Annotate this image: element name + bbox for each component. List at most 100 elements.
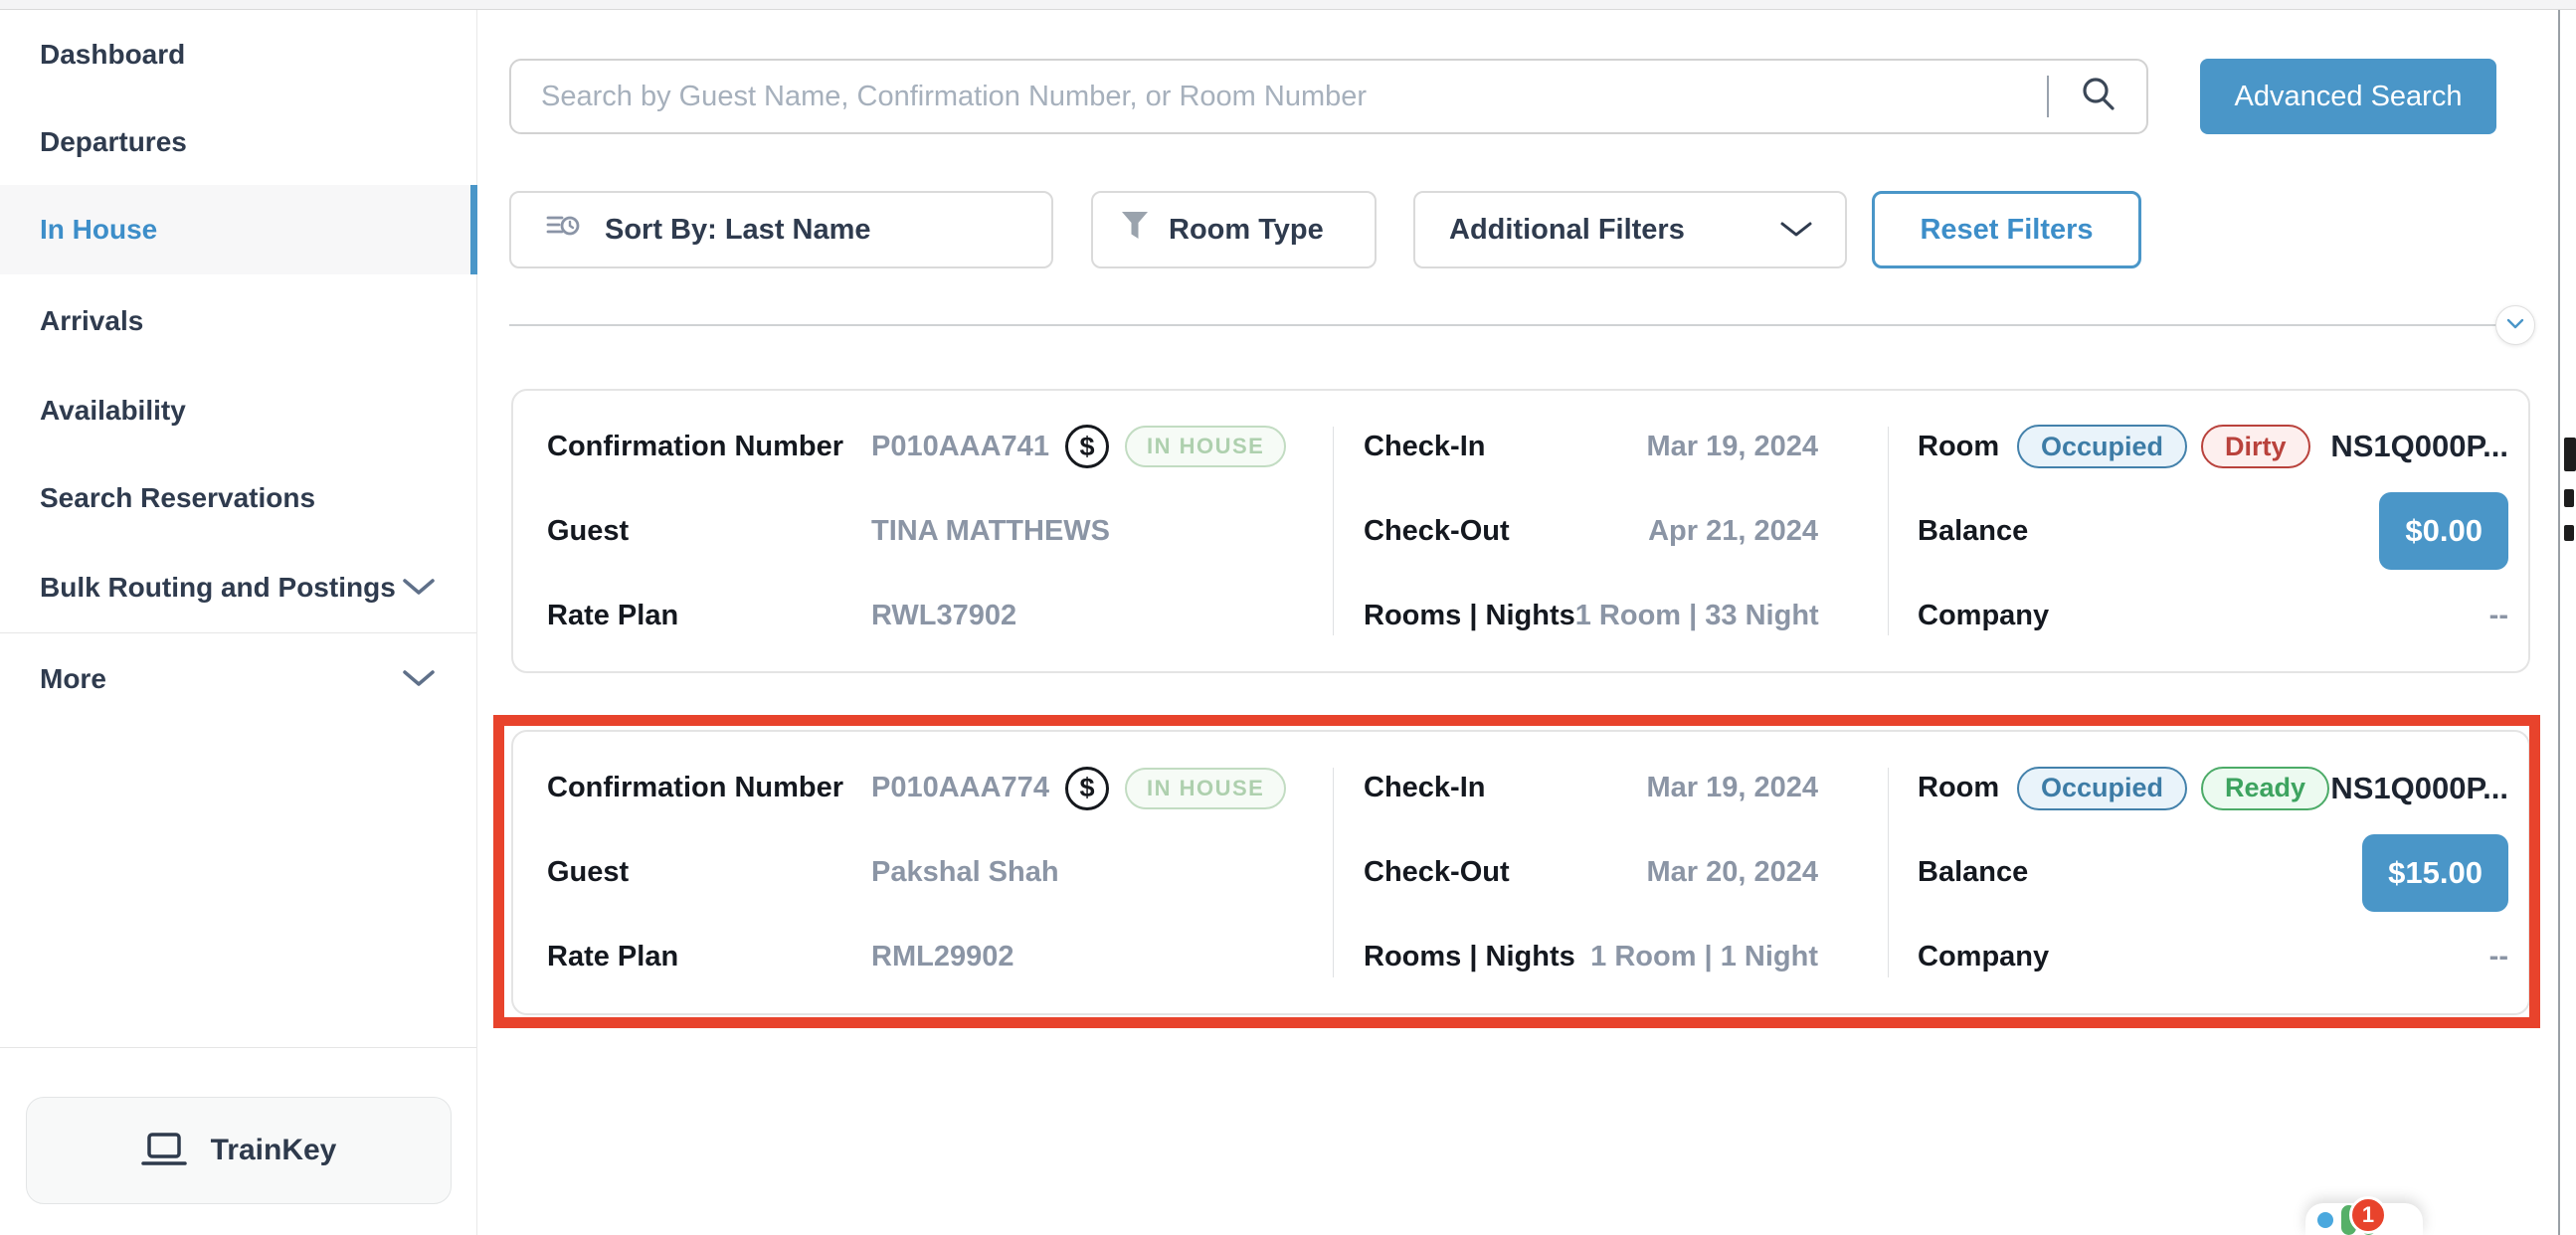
sidebar-item-bulk-routing[interactable]: Bulk Routing and Postings xyxy=(0,543,476,632)
company-label: Company xyxy=(1918,600,2049,632)
sidebar-item-label: In House xyxy=(40,214,157,246)
reset-filters-button[interactable]: Reset Filters xyxy=(1872,191,2141,268)
chevron-down-icon xyxy=(1779,214,1813,247)
search-input[interactable] xyxy=(511,61,2047,132)
sidebar-divider xyxy=(0,632,476,633)
guest-row: Guest TINA MATTHEWS xyxy=(547,508,1333,554)
occupancy-badge: Occupied xyxy=(2017,767,2187,810)
confirmation-number-row: Confirmation Number P010AAA741 $ IN HOUS… xyxy=(547,424,1333,469)
search-icon[interactable] xyxy=(2079,75,2118,119)
guest-row: Guest Pakshal Shah xyxy=(547,850,1333,896)
sidebar-item-label: Departures xyxy=(40,126,187,158)
trainkey-button[interactable]: TrainKey xyxy=(26,1097,452,1204)
dollar-circle-icon[interactable]: $ xyxy=(1065,425,1109,468)
card-room-column: Room Occupied Ready NS1Q000P... Balance … xyxy=(1888,732,2532,1013)
company-row: Company -- xyxy=(1918,593,2508,638)
laptop-icon xyxy=(141,1131,187,1171)
sort-by-button[interactable]: Sort By: Last Name xyxy=(509,191,1053,268)
check-out-value: Apr 21, 2024 xyxy=(1648,515,1818,548)
confirmation-number-row: Confirmation Number P010AAA774 $ IN HOUS… xyxy=(547,766,1333,811)
sidebar-item-label: Availability xyxy=(40,395,186,427)
room-type-button[interactable]: Room Type xyxy=(1091,191,1377,268)
dollar-circle-icon[interactable]: $ xyxy=(1065,767,1109,810)
chevron-down-icon xyxy=(2506,316,2524,334)
rooms-nights-value: 1 Room | 1 Night xyxy=(1590,941,1818,973)
sidebar-footer-divider xyxy=(0,1047,476,1048)
room-status-badges: Occupied Dirty xyxy=(2017,425,2310,468)
funnel-icon xyxy=(1121,211,1149,249)
check-in-label: Check-In xyxy=(1364,772,1485,804)
window-top-strip xyxy=(0,0,2576,10)
rooms-nights-label: Rooms | Nights xyxy=(1364,600,1575,632)
additional-filters-button[interactable]: Additional Filters xyxy=(1413,191,1847,268)
check-out-row: Check-Out Apr 21, 2024 xyxy=(1364,508,1818,554)
balance-label: Balance xyxy=(1918,515,2028,548)
guest-value: Pakshal Shah xyxy=(871,856,1059,889)
balance-button[interactable]: $15.00 xyxy=(2362,834,2508,912)
sidebar-item-label: More xyxy=(40,663,106,695)
sidebar-item-more[interactable]: More xyxy=(0,634,476,724)
status-badge: IN HOUSE xyxy=(1125,426,1286,467)
balance-row: Balance $15.00 xyxy=(1918,850,2508,896)
check-out-label: Check-Out xyxy=(1364,856,1510,889)
rooms-nights-row: Rooms | Nights 1 Room | 33 Night xyxy=(1364,593,1818,638)
chat-icon-shape xyxy=(2317,1212,2333,1228)
check-in-row: Check-In Mar 19, 2024 xyxy=(1364,766,1818,811)
sidebar-item-arrivals[interactable]: Arrivals xyxy=(0,276,476,366)
rooms-nights-row: Rooms | Nights 1 Room | 1 Night xyxy=(1364,935,1818,980)
confirmation-number-group: P010AAA741 $ IN HOUSE xyxy=(871,425,1286,468)
guest-value: TINA MATTHEWS xyxy=(871,515,1110,548)
sidebar-item-dashboard[interactable]: Dashboard xyxy=(0,10,476,99)
rate-plan-value: RWL37902 xyxy=(871,600,1016,632)
collapse-toggle-button[interactable] xyxy=(2495,305,2535,345)
balance-label: Balance xyxy=(1918,856,2028,889)
right-edge-divider xyxy=(2558,10,2560,1235)
guest-label: Guest xyxy=(547,856,871,889)
clipped-content-fragment xyxy=(2564,438,2576,471)
sidebar-item-label: Bulk Routing and Postings xyxy=(40,572,396,604)
room-number-value: NS1Q000P... xyxy=(2330,771,2508,806)
card-guest-column: Confirmation Number P010AAA741 $ IN HOUS… xyxy=(513,391,1333,671)
housekeeping-badge: Dirty xyxy=(2201,425,2310,468)
balance-button[interactable]: $0.00 xyxy=(2379,492,2508,570)
sidebar-item-search-reservations[interactable]: Search Reservations xyxy=(0,453,476,543)
status-badge: IN HOUSE xyxy=(1125,768,1286,809)
check-out-row: Check-Out Mar 20, 2024 xyxy=(1364,850,1818,896)
advanced-search-button[interactable]: Advanced Search xyxy=(2200,59,2496,134)
sidebar-item-label: Arrivals xyxy=(40,305,143,337)
trainkey-label: TrainKey xyxy=(211,1134,337,1167)
company-label: Company xyxy=(1918,941,2049,973)
sidebar-item-departures[interactable]: Departures xyxy=(0,97,476,187)
search-box xyxy=(509,59,2148,134)
housekeeping-badge: Ready xyxy=(2201,767,2329,810)
reservation-card[interactable]: Confirmation Number P010AAA774 $ IN HOUS… xyxy=(511,730,2530,1015)
confirmation-number-value: P010AAA774 xyxy=(871,772,1049,804)
rooms-nights-value: 1 Room | 33 Night xyxy=(1575,600,1819,632)
room-row: Room Occupied Ready NS1Q000P... xyxy=(1918,766,2508,811)
room-status-badges: Occupied Ready xyxy=(2017,767,2329,810)
room-row: Room Occupied Dirty NS1Q000P... xyxy=(1918,424,2508,469)
guest-label: Guest xyxy=(547,515,871,548)
notification-badge[interactable]: 1 xyxy=(2349,1196,2387,1234)
rate-plan-label: Rate Plan xyxy=(547,941,871,973)
rate-plan-label: Rate Plan xyxy=(547,600,871,632)
sidebar-item-availability[interactable]: Availability xyxy=(0,366,476,455)
check-out-label: Check-Out xyxy=(1364,515,1510,548)
check-in-row: Check-In Mar 19, 2024 xyxy=(1364,424,1818,469)
check-in-value: Mar 19, 2024 xyxy=(1646,431,1818,463)
search-divider xyxy=(2047,76,2049,117)
company-value: -- xyxy=(2489,941,2508,973)
confirmation-number-label: Confirmation Number xyxy=(547,772,871,804)
reservation-card[interactable]: Confirmation Number P010AAA741 $ IN HOUS… xyxy=(511,389,2530,673)
check-in-label: Check-In xyxy=(1364,431,1485,463)
card-dates-column: Check-In Mar 19, 2024 Check-Out Apr 21, … xyxy=(1333,391,1888,671)
card-room-column: Room Occupied Dirty NS1Q000P... Balance … xyxy=(1888,391,2532,671)
check-in-value: Mar 19, 2024 xyxy=(1646,772,1818,804)
confirmation-number-value: P010AAA741 xyxy=(871,431,1049,463)
company-row: Company -- xyxy=(1918,935,2508,980)
room-label: Room xyxy=(1918,772,2017,804)
chevron-down-icon xyxy=(401,663,437,695)
rate-plan-value: RML29902 xyxy=(871,941,1013,973)
card-dates-column: Check-In Mar 19, 2024 Check-Out Mar 20, … xyxy=(1333,732,1888,1013)
sidebar-item-in-house[interactable]: In House xyxy=(0,185,476,274)
